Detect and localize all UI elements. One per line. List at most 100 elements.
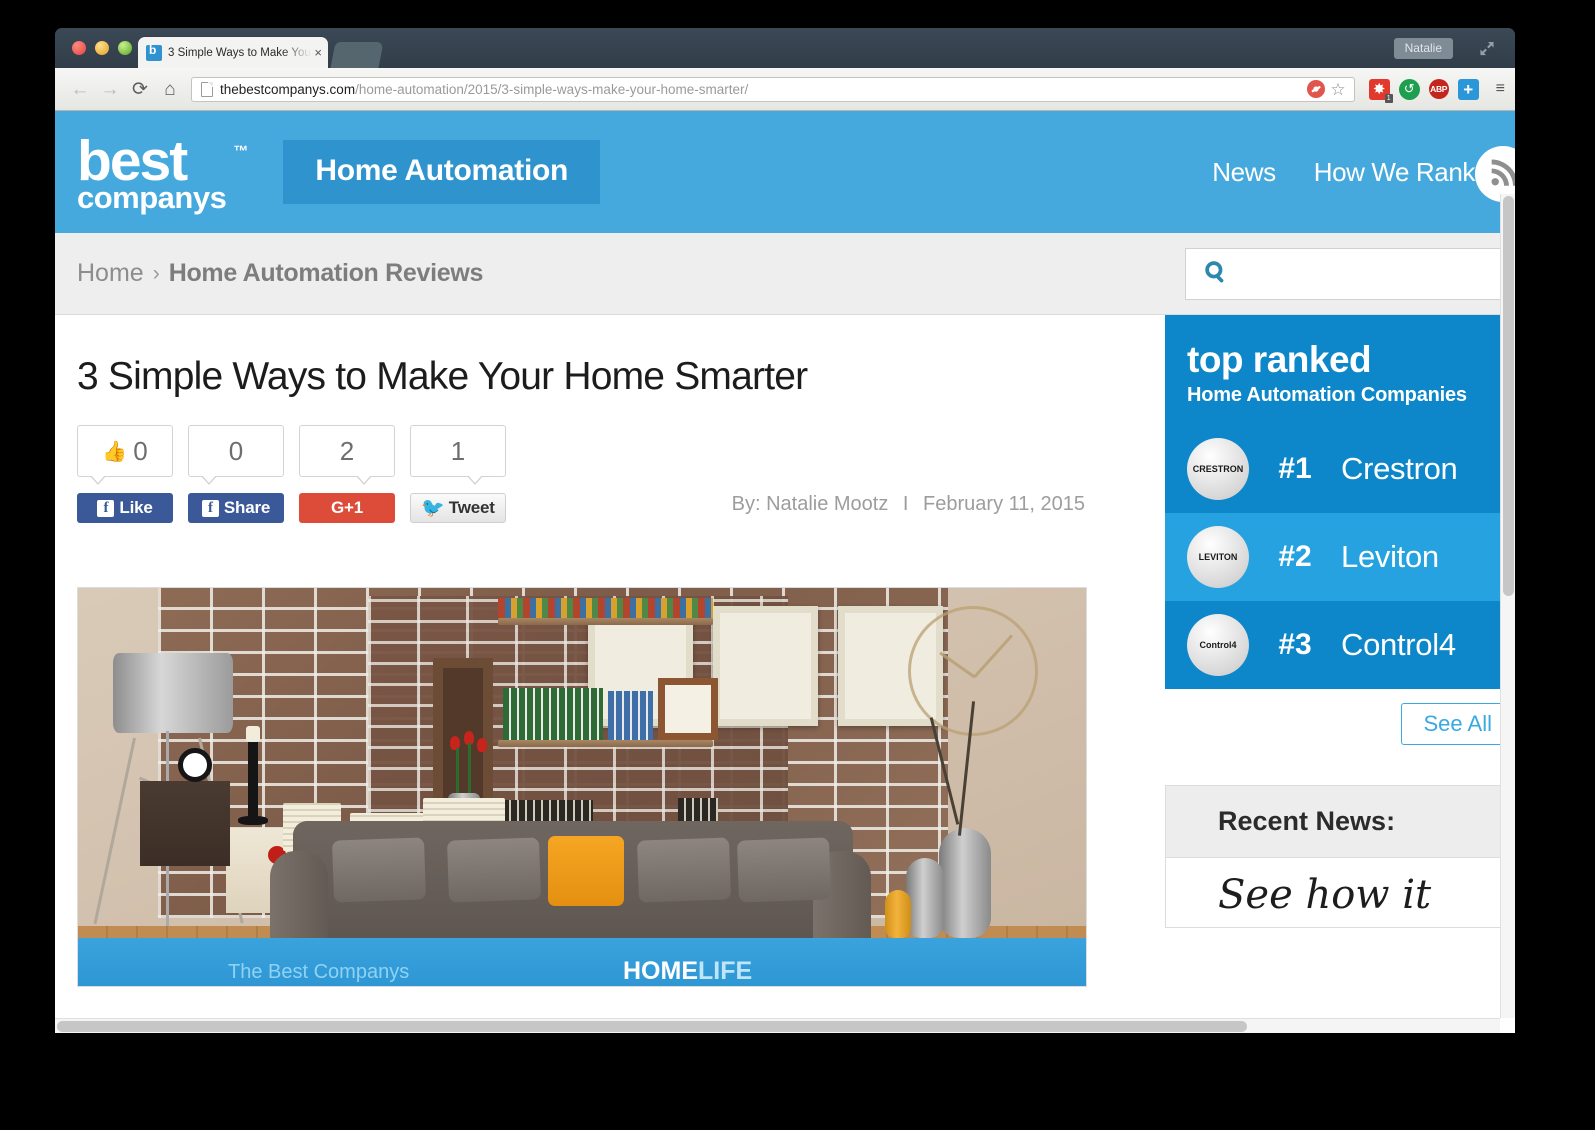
see-all-wrapper: See All — [1165, 689, 1515, 745]
hero-banner-home: HOME — [623, 957, 698, 985]
facebook-like-label: Like — [119, 498, 153, 517]
crestron-logo-icon: CRESTRON — [1187, 438, 1249, 500]
maximize-window-button[interactable] — [118, 41, 132, 55]
crestron-logo-text: CRESTRON — [1192, 464, 1244, 474]
site-logo[interactable]: best ™ companys — [77, 128, 248, 215]
rank-2: #2 — [1278, 540, 1312, 573]
share-count: 0 — [228, 435, 244, 466]
facebook-like-button[interactable]: f Like — [77, 493, 173, 523]
leviton-logo-icon: LEVITON — [1187, 526, 1249, 588]
address-bar[interactable]: thebestcompanys.com/home-automation/2015… — [191, 76, 1355, 102]
page-vertical-scrollbar[interactable] — [1500, 194, 1515, 1018]
facebook-f-icon: f — [201, 499, 219, 517]
browser-window: 3 Simple Ways to Make You × Natalie ← → … — [55, 28, 1515, 1033]
company-name-3: Control4 — [1341, 627, 1456, 662]
tab-favicon-icon — [146, 44, 162, 61]
breadcrumb-separator-icon: › — [152, 261, 160, 285]
article-author: By: Natalie Mootz — [731, 493, 889, 515]
recent-news-body: See how it — [1165, 858, 1515, 928]
tweet-count-bubble: 1 — [410, 425, 506, 485]
adblock-plus-extension-icon[interactable]: ABP — [1428, 79, 1449, 99]
gplus-count-bubble: 2 — [299, 425, 395, 485]
trademark-icon: ™ — [233, 142, 249, 160]
search-icon — [1203, 259, 1229, 289]
browser-tab[interactable]: 3 Simple Ways to Make You × — [138, 37, 328, 68]
recent-news-heading: Recent News: — [1165, 785, 1515, 858]
tab-close-icon[interactable]: × — [314, 46, 322, 59]
control4-logo-text: Control4 — [1199, 640, 1237, 650]
sidebar: top ranked Home Automation Companies CRE… — [1165, 315, 1515, 928]
browser-toolbar: ← → ⟳ ⌂ thebestcompanys.com/home-automat… — [55, 68, 1515, 111]
home-button[interactable]: ⌂ — [155, 75, 185, 103]
like-count: 0 — [133, 435, 148, 466]
google-plus-label: G+1 — [330, 498, 363, 517]
recent-news-teaser: See how it — [1218, 872, 1432, 918]
leviton-logo-text: LEVITON — [1198, 552, 1238, 562]
logo-word-companys: companys — [77, 179, 227, 215]
page-title: 3 Simple Ways to Make Your Home Smarter — [77, 355, 808, 398]
rank-3: #3 — [1278, 628, 1312, 661]
search-input[interactable] — [1185, 248, 1515, 300]
top-ranked-subtitle: Home Automation Companies — [1187, 384, 1467, 406]
extension-badge-count: 1 — [1384, 93, 1393, 103]
hero-banner: The Best Companys HOMELIFE — [78, 938, 1086, 986]
social-share: 0 f Share — [188, 425, 284, 523]
social-like: 👍 0 f Like — [77, 425, 173, 523]
see-all-button[interactable]: See All — [1400, 703, 1515, 745]
company-name-1: Crestron — [1341, 451, 1458, 486]
gplus-count: 2 — [339, 435, 355, 466]
red-puzzle-extension-icon[interactable]: ✸ 1 — [1368, 78, 1393, 103]
browser-titlebar: 3 Simple Ways to Make You × Natalie — [55, 28, 1515, 68]
browser-menu-icon[interactable]: ≡ — [1496, 81, 1505, 97]
social-tweet: 1 🐦 Tweet — [410, 425, 506, 523]
blocker-extension-icon[interactable] — [1307, 80, 1326, 98]
top-ranked-header: top ranked Home Automation Companies — [1165, 315, 1515, 425]
facebook-share-label: Share — [223, 498, 271, 517]
top-ranked-card: top ranked Home Automation Companies CRE… — [1165, 315, 1515, 689]
rank-1: #1 — [1278, 452, 1312, 485]
article-byline: By: Natalie Mootz I February 11, 2015 — [732, 493, 1085, 516]
horizontal-scroll-thumb[interactable] — [57, 1021, 1247, 1032]
expand-icon[interactable] — [1479, 41, 1495, 56]
blue-plus-extension-icon[interactable]: + — [1457, 78, 1479, 100]
bookmark-star-icon[interactable]: ☆ — [1330, 81, 1345, 98]
nav-item-news[interactable]: News — [1212, 157, 1276, 188]
profile-chip[interactable]: Natalie — [1393, 38, 1453, 59]
thumbs-up-icon: 👍 — [102, 440, 128, 463]
minimize-window-button[interactable] — [95, 41, 109, 55]
social-share-bar: 👍 0 f Like 0 f Share 2 G+1 1 🐦 Tweet — [77, 425, 506, 523]
new-tab-button[interactable] — [330, 42, 384, 68]
nav-item-how-we-rank[interactable]: How We Rank — [1314, 157, 1476, 188]
breadcrumb-current: Home Automation Reviews — [168, 259, 484, 287]
top-ranked-row[interactable]: LEVITON #2 Leviton — [1165, 513, 1515, 601]
close-window-button[interactable] — [72, 41, 86, 55]
top-ranked-title: top ranked — [1187, 339, 1372, 380]
top-ranked-row[interactable]: Control4 #3 Control4 — [1165, 601, 1515, 689]
logo-word-best: best — [77, 128, 188, 193]
breadcrumb: Home › Home Automation Reviews — [55, 233, 1515, 315]
twitter-tweet-button[interactable]: 🐦 Tweet — [410, 493, 506, 523]
page-document-icon — [201, 81, 213, 97]
breadcrumb-home[interactable]: Home — [77, 259, 144, 288]
control4-logo-icon: Control4 — [1187, 614, 1249, 676]
company-name-2: Leviton — [1341, 539, 1439, 574]
green-sync-extension-icon[interactable]: ↺ — [1398, 78, 1420, 100]
window-traffic-lights — [72, 41, 132, 55]
vertical-scroll-thumb[interactable] — [1503, 196, 1514, 596]
url-path: /home-automation/2015/3-simple-ways-make… — [355, 81, 749, 97]
page-horizontal-scrollbar[interactable] — [55, 1018, 1500, 1033]
living-room-illustration: The Best Companys HOMELIFE — [78, 588, 1086, 986]
reload-button[interactable]: ⟳ — [125, 75, 155, 103]
facebook-f-icon: f — [97, 499, 115, 517]
content-area: 3 Simple Ways to Make Your Home Smarter … — [55, 315, 1515, 1032]
back-button[interactable]: ← — [65, 75, 95, 103]
url-domain: thebestcompanys.com — [220, 81, 356, 97]
forward-button[interactable]: → — [95, 75, 125, 103]
section-title-pill: Home Automation — [283, 140, 601, 204]
google-plus-one-button[interactable]: G+1 — [299, 493, 395, 523]
share-count-bubble: 0 — [188, 425, 284, 485]
recent-news-card: Recent News: See how it — [1165, 785, 1515, 928]
top-ranked-row[interactable]: CRESTRON #1 Crestron — [1165, 425, 1515, 513]
omnibox-actions: ☆ — [1307, 80, 1347, 98]
facebook-share-button[interactable]: f Share — [188, 493, 284, 523]
